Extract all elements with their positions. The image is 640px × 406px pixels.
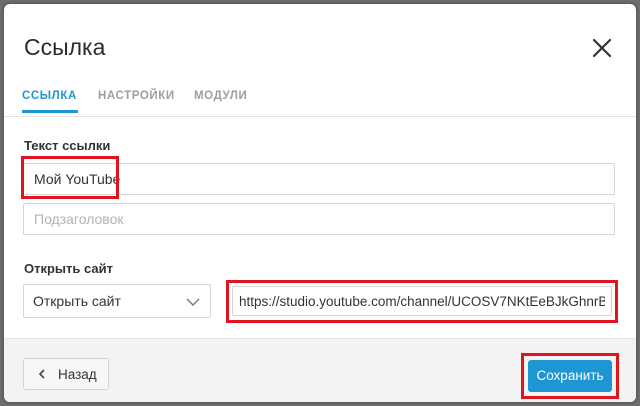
open-site-select[interactable]: Открыть сайт bbox=[23, 284, 211, 318]
tab-link[interactable]: ССЫЛКА bbox=[22, 90, 77, 102]
back-button[interactable]: Назад bbox=[23, 358, 109, 390]
close-icon[interactable] bbox=[590, 36, 614, 60]
dialog-title: Ссылка bbox=[24, 34, 106, 60]
tab-settings[interactable]: НАСТРОЙКИ bbox=[98, 90, 175, 102]
active-tab-indicator bbox=[22, 110, 78, 113]
dialog-footer: Назад Сохранить bbox=[4, 338, 636, 402]
site-url-input[interactable] bbox=[232, 286, 612, 316]
link-text-label: Текст ссылки bbox=[24, 138, 111, 153]
chevron-down-icon bbox=[186, 298, 200, 306]
back-button-label: Назад bbox=[58, 367, 97, 382]
open-site-label: Открыть сайт bbox=[24, 261, 113, 276]
chevron-left-icon bbox=[38, 369, 45, 379]
subtitle-input[interactable] bbox=[23, 203, 615, 235]
link-text-input[interactable] bbox=[23, 163, 615, 195]
link-dialog: Ссылка ССЫЛКА НАСТРОЙКИ МОДУЛИ Текст ссы… bbox=[4, 4, 636, 402]
save-button[interactable]: Сохранить bbox=[528, 360, 612, 392]
tab-modules[interactable]: МОДУЛИ bbox=[194, 90, 247, 102]
open-site-select-value: Открыть сайт bbox=[33, 293, 121, 309]
tabs-divider bbox=[4, 116, 636, 117]
